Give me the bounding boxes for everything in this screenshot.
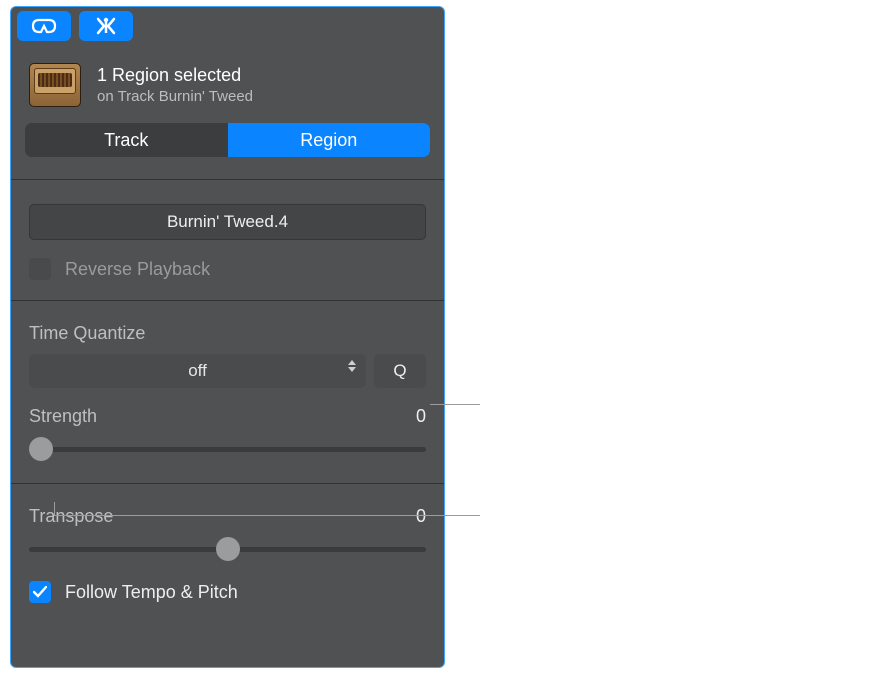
transpose-label: Transpose — [29, 506, 113, 527]
time-quantize-value: off — [188, 361, 207, 381]
tab-track[interactable]: Track — [25, 123, 228, 157]
strength-slider[interactable] — [29, 435, 426, 463]
region-track-subtitle: on Track Burnin' Tweed — [97, 88, 253, 105]
region-inspector-panel: 1 Region selected on Track Burnin' Tweed… — [10, 6, 445, 668]
flex-mode-button[interactable] — [79, 11, 133, 41]
inspector-tabs: Track Region — [25, 123, 430, 157]
follow-tempo-label: Follow Tempo & Pitch — [65, 582, 238, 603]
reverse-playback-row[interactable]: Reverse Playback — [29, 258, 426, 280]
time-quantize-section: Time Quantize off Q Strength 0 — [11, 301, 444, 469]
strength-label: Strength — [29, 406, 97, 427]
loop-mode-button[interactable] — [17, 11, 71, 41]
region-thumbnail — [29, 63, 81, 107]
transpose-slider[interactable] — [29, 535, 426, 563]
strength-value: 0 — [416, 406, 426, 427]
callout-line — [430, 404, 480, 405]
select-stepper-icon — [348, 360, 356, 372]
transpose-slider-thumb[interactable] — [216, 537, 240, 561]
region-header-text: 1 Region selected on Track Burnin' Tweed — [97, 65, 253, 105]
follow-tempo-row[interactable]: Follow Tempo & Pitch — [29, 581, 426, 603]
time-quantize-select[interactable]: off — [29, 354, 366, 388]
callout-line — [54, 502, 55, 515]
region-selection-title: 1 Region selected — [97, 65, 253, 86]
region-name-section: Burnin' Tweed.4 Reverse Playback — [11, 180, 444, 286]
reverse-playback-label: Reverse Playback — [65, 259, 210, 280]
region-header: 1 Region selected on Track Burnin' Tweed — [11, 41, 444, 115]
follow-tempo-checkbox[interactable] — [29, 581, 51, 603]
transpose-value: 0 — [416, 506, 426, 527]
time-quantize-label: Time Quantize — [29, 323, 145, 344]
region-name-field[interactable]: Burnin' Tweed.4 — [29, 204, 426, 240]
tab-region[interactable]: Region — [228, 123, 431, 157]
transpose-section: Transpose 0 Follow Tempo & Pitch — [11, 484, 444, 609]
reverse-playback-checkbox[interactable] — [29, 258, 51, 280]
inspector-toolbar — [11, 7, 444, 41]
callout-line — [54, 515, 480, 516]
quantize-button[interactable]: Q — [374, 354, 426, 388]
strength-slider-thumb[interactable] — [29, 437, 53, 461]
